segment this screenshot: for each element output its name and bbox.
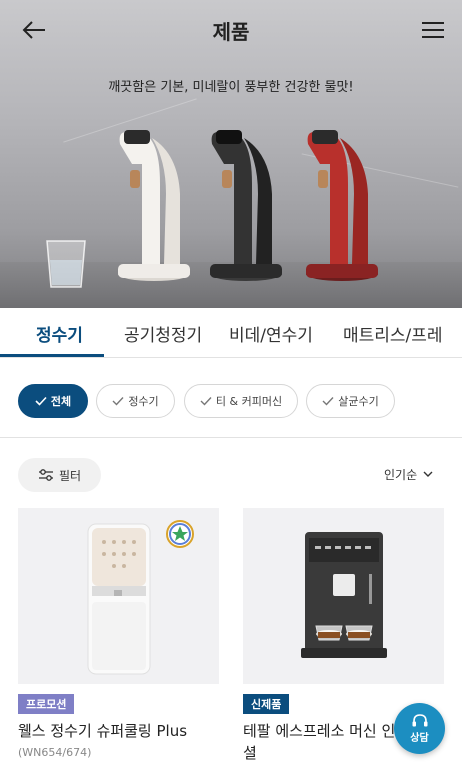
product-model: (WN654/674): [18, 746, 92, 759]
product-image: [243, 508, 444, 684]
category-tabs: 정수기 공기청정기 비데/연수기 매트리스/프레: [0, 308, 462, 358]
chip-label: 살균수기: [338, 395, 379, 408]
check-icon: [35, 396, 47, 406]
chip-label: 티 & 커피머신: [215, 395, 283, 408]
promotion-badge: 프로모션: [18, 694, 75, 714]
hero-banner: 제품 깨끗함은 기본, 미네랄이 풍부한 건강한 물맛!: [0, 0, 462, 308]
new-product-badge: 신제품: [243, 694, 290, 714]
chevron-down-icon: [423, 471, 433, 477]
filter-button[interactable]: 필터: [18, 458, 101, 492]
white-purifier-image: [118, 130, 190, 281]
chip-label: 전체: [50, 395, 72, 408]
espresso-machine-image: [301, 532, 387, 658]
product-card[interactable]: 신제품 테팔 에스프레소 머신 인 에센셜: [243, 508, 444, 762]
sliders-icon: [38, 469, 53, 481]
product-card[interactable]: 프로모션 웰스 정수기 슈퍼쿨링 Plus (WN654/674): [18, 508, 219, 759]
chip-tea-coffee[interactable]: 티 & 커피머신: [184, 384, 298, 418]
product-name: 웰스 정수기 슈퍼쿨링 Plus: [18, 722, 188, 740]
page-title: 제품: [212, 20, 250, 44]
check-icon: [322, 397, 334, 406]
tab-water-purifier[interactable]: 정수기: [36, 321, 83, 346]
app-header: 제품: [0, 0, 462, 58]
chip-all[interactable]: 전체: [18, 384, 88, 418]
tab-bidet-softener[interactable]: 비데/연수기: [229, 321, 313, 346]
consult-label: 상담: [410, 733, 429, 744]
chip-water-purifier[interactable]: 정수기: [96, 384, 175, 418]
subcategory-chips: 전체 정수기 티 & 커피머신 살균수기: [0, 358, 462, 438]
water-purifier-image: [87, 520, 194, 675]
chip-sterilizer[interactable]: 살균수기: [306, 384, 395, 418]
water-glass-image: [46, 240, 86, 288]
check-icon: [200, 397, 212, 406]
menu-button[interactable]: [420, 18, 446, 42]
sort-dropdown[interactable]: 인기순: [384, 466, 433, 483]
filter-label: 필터: [58, 468, 82, 483]
chip-label: 정수기: [128, 395, 159, 408]
sort-label: 인기순: [384, 468, 418, 482]
hero-tagline: 깨끗함은 기본, 미네랄이 풍부한 건강한 물맛!: [108, 80, 354, 95]
headset-icon: [412, 714, 427, 727]
hamburger-menu-icon: [422, 22, 444, 38]
check-icon: [112, 397, 124, 406]
product-image: [18, 508, 219, 684]
black-purifier-image: [210, 130, 282, 281]
tab-air-purifier[interactable]: 공기청정기: [124, 321, 202, 346]
red-purifier-image: [306, 130, 378, 281]
consult-button[interactable]: 상담: [394, 703, 445, 754]
tab-mattress[interactable]: 매트리스/프레: [343, 321, 443, 346]
active-tab-indicator: [0, 354, 104, 357]
